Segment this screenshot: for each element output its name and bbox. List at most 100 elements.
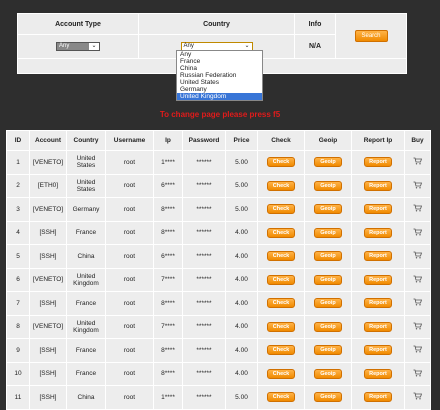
geoip-button[interactable]: Geoip (314, 345, 342, 356)
cell-account: [VENETO] (29, 197, 67, 222)
cell-username: root (105, 244, 154, 269)
report-button[interactable]: Report (364, 321, 392, 332)
report-button[interactable]: Report (364, 345, 392, 356)
col-check: Check (257, 130, 305, 151)
cart-icon[interactable] (413, 251, 423, 261)
check-button[interactable]: Check (267, 368, 295, 379)
report-button[interactable]: Report (364, 298, 392, 309)
cell-buy (404, 291, 431, 316)
check-button[interactable]: Check (267, 180, 295, 191)
cell-account: [SSH] (29, 338, 67, 363)
col-account: Account (29, 130, 67, 151)
cart-icon[interactable] (413, 181, 423, 191)
check-button[interactable]: Check (267, 251, 295, 262)
cell-password: ****** (182, 197, 226, 222)
cell-country: United Kingdom (66, 267, 106, 292)
country-line-2: States (76, 162, 96, 170)
table-row: 7 [SSH] France root 8**** ****** 4.00 Check Geoi… (6, 291, 431, 316)
check-button[interactable]: Check (267, 274, 295, 285)
cell-ip: 8**** (153, 338, 183, 363)
country-option[interactable]: United States (177, 79, 262, 86)
country-option[interactable]: France (177, 58, 262, 65)
check-button[interactable]: Check (267, 392, 295, 403)
report-button[interactable]: Report (364, 251, 392, 262)
report-button[interactable]: Report (364, 157, 392, 168)
cart-icon[interactable] (413, 322, 423, 332)
check-button[interactable]: Check (267, 157, 295, 168)
report-button[interactable]: Report (364, 392, 392, 403)
check-button[interactable]: Check (267, 227, 295, 238)
geoip-button[interactable]: Geoip (314, 227, 342, 238)
cell-geoip: Geoip (304, 244, 352, 269)
country-line-1: United (76, 155, 96, 163)
cart-icon[interactable] (413, 157, 423, 167)
cart-icon[interactable] (413, 392, 423, 402)
col-price: Price (225, 130, 258, 151)
cell-report: Report (351, 385, 405, 410)
cell-password: ****** (182, 338, 226, 363)
cell-id: 5 (6, 244, 30, 269)
geoip-button[interactable]: Geoip (314, 180, 342, 191)
country-option[interactable]: Any (177, 51, 262, 58)
cart-icon[interactable] (413, 298, 423, 308)
geoip-button[interactable]: Geoip (314, 204, 342, 215)
cell-price: 4.00 (225, 220, 258, 245)
check-button[interactable]: Check (267, 204, 295, 215)
account-type-select[interactable]: Any ⌄ (56, 42, 100, 51)
cell-check: Check (257, 244, 305, 269)
geoip-button[interactable]: Geoip (314, 392, 342, 403)
cell-username: root (105, 338, 154, 363)
cart-icon[interactable] (413, 275, 423, 285)
cell-id: 11 (6, 385, 30, 410)
check-button[interactable]: Check (267, 321, 295, 332)
search-button[interactable]: Search (354, 30, 388, 42)
cart-icon[interactable] (413, 228, 423, 238)
cell-id: 1 (6, 150, 30, 175)
cell-geoip: Geoip (304, 197, 352, 222)
cell-geoip: Geoip (304, 291, 352, 316)
geoip-button[interactable]: Geoip (314, 251, 342, 262)
cart-icon[interactable] (413, 369, 423, 379)
cell-report: Report (351, 220, 405, 245)
chevron-down-icon: ⌄ (244, 43, 250, 49)
cart-icon[interactable] (413, 345, 423, 355)
cell-username: root (105, 361, 154, 386)
cell-buy (404, 150, 431, 175)
col-report: Report Ip (351, 130, 405, 151)
cell-account: [ETH0] (29, 173, 67, 198)
report-button[interactable]: Report (364, 274, 392, 285)
cell-account: [SSH] (29, 291, 67, 316)
cell-username: root (105, 220, 154, 245)
table-row: 8 [VENETO] United Kingdom root 7**** ****** 4.0… (6, 314, 431, 339)
country-option-highlighted[interactable]: United Kingdom (177, 93, 262, 100)
country-dropdown-list: Any France China Russian Federation Unit… (176, 50, 263, 101)
report-button[interactable]: Report (364, 227, 392, 238)
table-row: 4 [SSH] France root 8**** ****** 4.00 Check Geoi… (6, 220, 431, 245)
cell-country: France (66, 361, 106, 386)
report-button[interactable]: Report (364, 180, 392, 191)
cell-price: 5.00 (225, 173, 258, 198)
cell-ip: 8**** (153, 291, 183, 316)
search-cell: Search (335, 13, 407, 59)
cell-password: ****** (182, 385, 226, 410)
cell-country: Germany (66, 197, 106, 222)
geoip-button[interactable]: Geoip (314, 157, 342, 168)
geoip-button[interactable]: Geoip (314, 274, 342, 285)
account-type-value: Any (59, 43, 70, 49)
geoip-button[interactable]: Geoip (314, 368, 342, 379)
geoip-button[interactable]: Geoip (314, 321, 342, 332)
cell-password: ****** (182, 267, 226, 292)
country-option[interactable]: China (177, 65, 262, 72)
country-option[interactable]: Russian Federation (177, 72, 262, 79)
cell-password: ****** (182, 314, 226, 339)
check-button[interactable]: Check (267, 345, 295, 356)
geoip-button[interactable]: Geoip (314, 298, 342, 309)
report-button[interactable]: Report (364, 204, 392, 215)
report-button[interactable]: Report (364, 368, 392, 379)
check-button[interactable]: Check (267, 298, 295, 309)
cell-geoip: Geoip (304, 173, 352, 198)
chevron-down-icon: ⌄ (89, 43, 99, 50)
cart-icon[interactable] (413, 204, 423, 214)
country-option[interactable]: Germany (177, 86, 262, 93)
cell-price: 4.00 (225, 291, 258, 316)
